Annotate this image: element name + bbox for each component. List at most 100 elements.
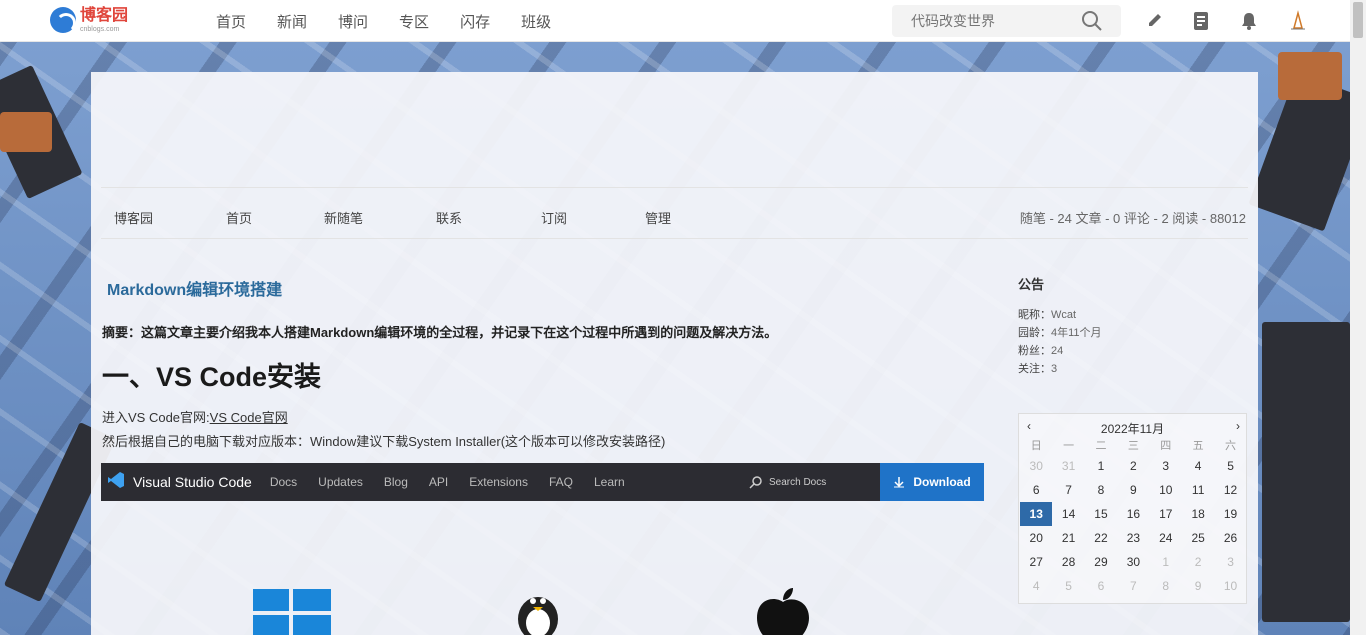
calendar-day[interactable]: 8 — [1085, 478, 1117, 502]
logo-subtitle: cnblogs.com — [80, 25, 120, 33]
document-icon[interactable] — [1192, 11, 1210, 36]
top-navbar: 博客园 cnblogs.com 首页 新闻 博问 专区 闪存 班级 — [0, 0, 1350, 42]
calendar-day[interactable]: 17 — [1150, 502, 1182, 526]
vscode-title: Visual Studio Code — [133, 474, 252, 490]
profile-nickname: 昵称：Wcat — [1018, 306, 1102, 324]
calendar-day[interactable]: 12 — [1214, 478, 1246, 502]
calendar-day[interactable]: 7 — [1052, 478, 1084, 502]
vscode-site-link[interactable]: VS Code官网 — [210, 410, 288, 425]
scrollbar-thumb[interactable] — [1353, 2, 1363, 38]
windows-logo-icon — [253, 589, 331, 635]
main-nav: 首页 新闻 博问 专区 闪存 班级 — [216, 0, 582, 42]
calendar-day[interactable]: 20 — [1020, 526, 1052, 550]
vscode-link-extensions: Extensions — [469, 475, 528, 489]
nav-zones[interactable]: 专区 — [399, 11, 429, 32]
profile-nickname-link[interactable]: Wcat — [1051, 309, 1076, 321]
cnblogs-logo-icon — [50, 7, 76, 33]
calendar-day[interactable]: 22 — [1085, 526, 1117, 550]
blog-nav-contact[interactable]: 联系 — [436, 208, 462, 227]
calendar-day: 2 — [1194, 555, 1202, 569]
calendar-day[interactable]: 15 — [1085, 502, 1117, 526]
vscode-link-faq: FAQ — [548, 475, 573, 489]
blog-nav-cnblogs[interactable]: 博客园 — [114, 208, 153, 227]
calendar-day[interactable]: 3 — [1150, 454, 1182, 478]
bell-icon[interactable] — [1240, 11, 1258, 36]
calendar-day[interactable]: 16 — [1117, 502, 1149, 526]
nav-questions[interactable]: 博问 — [338, 11, 368, 32]
calendar-weekday: 一 — [1063, 440, 1075, 452]
blog-nav-subscribe[interactable]: 订阅 — [541, 208, 567, 227]
calendar-day[interactable]: 30 — [1117, 550, 1149, 574]
calendar-day[interactable]: 10 — [1150, 478, 1182, 502]
calendar-month: 2022年11月 — [1100, 422, 1165, 436]
user-avatar[interactable] — [1288, 10, 1308, 37]
calendar-day[interactable]: 25 — [1182, 526, 1214, 550]
profile-following-link[interactable]: 3 — [1051, 363, 1057, 375]
vscode-link-docs: Docs — [269, 475, 298, 489]
profile-following: 关注：3 — [1018, 360, 1102, 378]
calendar-week-row: 20 21 22 23 24 25 26 — [1020, 526, 1247, 550]
nav-news[interactable]: 新闻 — [277, 11, 307, 32]
calendar-day[interactable]: 21 — [1052, 526, 1084, 550]
calendar-day[interactable]: 1 — [1085, 454, 1117, 478]
blog-nav-home[interactable]: 首页 — [226, 208, 252, 227]
calendar-day: 4 — [1032, 579, 1040, 593]
calendar-day[interactable]: 9 — [1117, 478, 1149, 502]
calendar-day[interactable]: 2 — [1117, 454, 1149, 478]
blog-stats: 随笔 - 24 文章 - 0 评论 - 2 阅读 - 88012 — [1019, 211, 1246, 226]
vscode-download-label: Download — [913, 475, 971, 489]
vscode-nav-image: Visual Studio Code Docs Updates Blog API… — [101, 463, 984, 501]
calendar-day: 9 — [1194, 579, 1202, 593]
search-input[interactable] — [892, 13, 1077, 29]
site-logo[interactable]: 博客园 cnblogs.com — [50, 7, 128, 33]
linux-logo-icon — [514, 589, 562, 635]
calendar-day[interactable]: 5 — [1214, 454, 1246, 478]
calendar-weekday: 日 — [1030, 440, 1042, 452]
calendar-day[interactable]: 29 — [1085, 550, 1117, 574]
search-icon[interactable] — [1081, 10, 1103, 37]
vscode-logo-icon — [107, 471, 125, 494]
vscode-search-text: Search Docs — [769, 476, 827, 488]
calendar-week-row: 13 14 15 16 17 18 19 — [1020, 502, 1247, 526]
calendar-day[interactable]: 6 — [1020, 478, 1052, 502]
calendar-day[interactable]: 13 — [1020, 502, 1053, 526]
vscode-link-updates: Updates — [318, 475, 363, 489]
blog-nav-new-post[interactable]: 新随笔 — [324, 208, 363, 227]
calendar-day[interactable]: 14 — [1052, 502, 1084, 526]
calendar-day[interactable]: 19 — [1214, 502, 1246, 526]
calendar-next-button[interactable]: › — [1236, 419, 1240, 433]
notice-title: 公告 — [1018, 277, 1045, 292]
blog-nav-manage[interactable]: 管理 — [645, 208, 671, 227]
page-scrollbar[interactable] — [1350, 0, 1366, 635]
calendar-header: ‹ 2022年11月 › — [1019, 414, 1246, 438]
calendar-day[interactable]: 27 — [1020, 550, 1052, 574]
calendar-day[interactable]: 24 — [1150, 526, 1182, 550]
vscode-search-icon — [749, 476, 762, 489]
vscode-search: Search Docs — [749, 475, 826, 489]
calendar-day[interactable]: 4 — [1182, 454, 1214, 478]
nav-class[interactable]: 班级 — [521, 11, 551, 32]
paragraph-2: 然后根据自己的电脑下载对应版本：Window建议下载System Install… — [102, 434, 666, 449]
profile-label: 粉丝： — [1018, 345, 1051, 357]
vscode-link-learn: Learn — [593, 475, 625, 489]
profile-age-link[interactable]: 4年11个月 — [1051, 327, 1102, 339]
calendar-week-row: 30 31 1 2 3 4 5 — [1020, 454, 1247, 478]
calendar-day: 8 — [1162, 579, 1170, 593]
profile-followers-link[interactable]: 24 — [1051, 345, 1063, 357]
pencil-icon[interactable] — [1146, 11, 1164, 34]
calendar-weekday-row: 日一二三四五六 — [1020, 438, 1247, 454]
calendar-weekday: 三 — [1127, 440, 1139, 452]
nav-ing[interactable]: 闪存 — [460, 11, 490, 32]
calendar-weekday: 五 — [1192, 440, 1204, 452]
calendar-day[interactable]: 26 — [1214, 526, 1246, 550]
vscode-link-blog: Blog — [383, 475, 408, 489]
profile-label: 园龄： — [1018, 327, 1051, 339]
calendar-day[interactable]: 11 — [1182, 478, 1214, 502]
calendar-day[interactable]: 28 — [1052, 550, 1084, 574]
calendar-day[interactable]: 18 — [1182, 502, 1214, 526]
nav-home[interactable]: 首页 — [216, 11, 246, 32]
calendar-day[interactable]: 23 — [1117, 526, 1149, 550]
blog-nav: 博客园 首页 新随笔 联系 订阅 管理 随笔 - 24 文章 - 0 评论 - … — [101, 187, 1248, 239]
calendar-grid: 日一二三四五六 30 31 1 2 3 4 5 6 7 8 9 10 11 12 13 14 15 16 17 18 19… — [1020, 438, 1247, 598]
post-title[interactable]: Markdown编辑环境搭建 — [107, 276, 282, 300]
